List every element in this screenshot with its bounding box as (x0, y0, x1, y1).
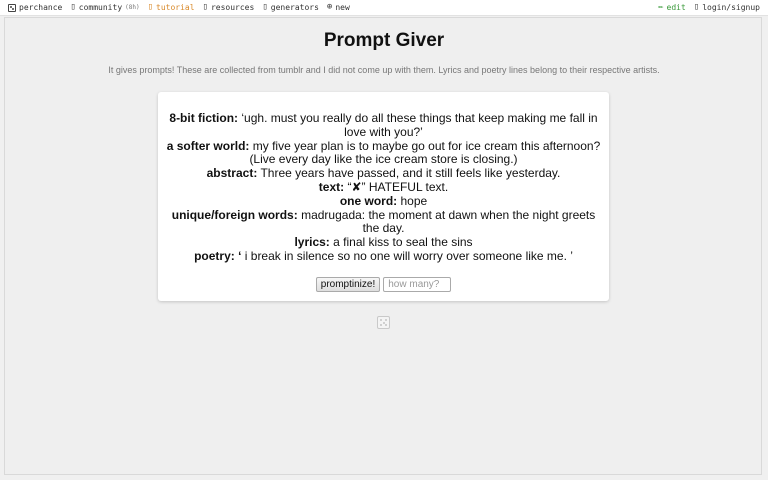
nav-generators-label: generators (270, 3, 319, 12)
prompt-list: 8-bit fiction: ‘ugh. must you really do … (166, 111, 601, 264)
nav-community[interactable]: ▯ community (8h) (70, 2, 140, 13)
promptinize-button[interactable]: promptinize! (315, 277, 381, 292)
prompt-line: 8-bit fiction: ‘ugh. must you really do … (166, 111, 601, 140)
prompt-text: my five year plan is to maybe go out for… (249, 138, 601, 167)
list-icon: ▯ (262, 2, 268, 12)
nav-perchance-label: perchance (19, 3, 63, 12)
nav-new[interactable]: ⊕ new (326, 2, 350, 13)
page-title: Prompt Giver (323, 30, 445, 51)
page-description: It gives prompts! These are collected fr… (108, 65, 660, 75)
nav-left: perchance ▯ community (8h) ▯ tutorial ▯ … (8, 3, 350, 12)
prompt-line: a softer world: my five year plan is to … (166, 138, 601, 168)
prompt-text: i break in silence so no one will worry … (244, 248, 573, 263)
dice-icon (8, 3, 16, 12)
nav-login-signup[interactable]: ▯ login/signup (693, 2, 760, 13)
how-many-input[interactable] (383, 277, 452, 292)
nav-resources[interactable]: ▯ resources (202, 2, 255, 13)
prompt-line: text: “✘” HATEFUL text. (166, 179, 601, 195)
prompt-line: abstract: Three years have passed, and i… (166, 166, 601, 181)
dice-icon (377, 316, 390, 329)
prompt-category: 8-bit fiction: (169, 111, 239, 125)
prompt-line: lyrics: a final kiss to seal the sins (166, 235, 601, 250)
plus-circle-icon: ⊕ (326, 2, 333, 12)
nav-resources-label: resources (210, 3, 255, 12)
prompt-category: unique/foreign words: (171, 207, 298, 222)
nav-edit-label: edit (666, 3, 686, 12)
prompt-text: a final kiss to seal the sins (333, 235, 473, 250)
nav-generators[interactable]: ▯ generators (262, 2, 319, 13)
prompt-text: ‘ugh. must you really do all these thing… (241, 111, 598, 139)
prompt-line: poetry: ‘ i break in silence so no one w… (166, 248, 601, 264)
prompt-category: text: (318, 179, 345, 194)
prompt-category: abstract: (206, 166, 258, 181)
prompt-category: poetry: ‘ (194, 248, 242, 263)
top-navigation-bar: perchance ▯ community (8h) ▯ tutorial ▯ … (0, 0, 768, 16)
chat-icon: ▯ (70, 2, 76, 12)
prompt-line: unique/foreign words: madrugada: the mom… (166, 207, 601, 237)
prompt-card: 8-bit fiction: ‘ugh. must you really do … (158, 92, 609, 301)
prompt-category: a softer world: (166, 138, 250, 153)
nav-perchance[interactable]: perchance (8, 3, 62, 12)
nav-right: ✏ edit ▯ login/signup (658, 2, 760, 13)
folder-icon: ▯ (202, 2, 208, 12)
nav-edit[interactable]: ✏ edit (658, 2, 686, 13)
prompt-text: Three years have passed, and it still fe… (260, 166, 561, 181)
prompt-category: lyrics: (294, 235, 330, 250)
nav-login-label: login/signup (702, 3, 760, 12)
book-icon: ▯ (147, 2, 154, 12)
pencil-icon: ✏ (658, 2, 664, 12)
nav-tutorial[interactable]: ▯ tutorial (147, 2, 195, 13)
nav-tutorial-label: tutorial (156, 3, 195, 12)
nav-community-label: community (78, 3, 123, 12)
prompt-controls: promptinize! (158, 277, 609, 292)
user-icon: ▯ (693, 2, 700, 12)
prompt-text: “✘” HATEFUL text. (347, 179, 449, 194)
prompt-line: one word: hope (166, 193, 601, 209)
community-count-badge: (8h) (125, 4, 140, 11)
prompt-category: one word: (339, 193, 398, 208)
prompt-text: madrugada: the moment at dawn when the n… (301, 207, 596, 236)
nav-new-label: new (335, 3, 350, 12)
prompt-text: hope (400, 193, 428, 208)
